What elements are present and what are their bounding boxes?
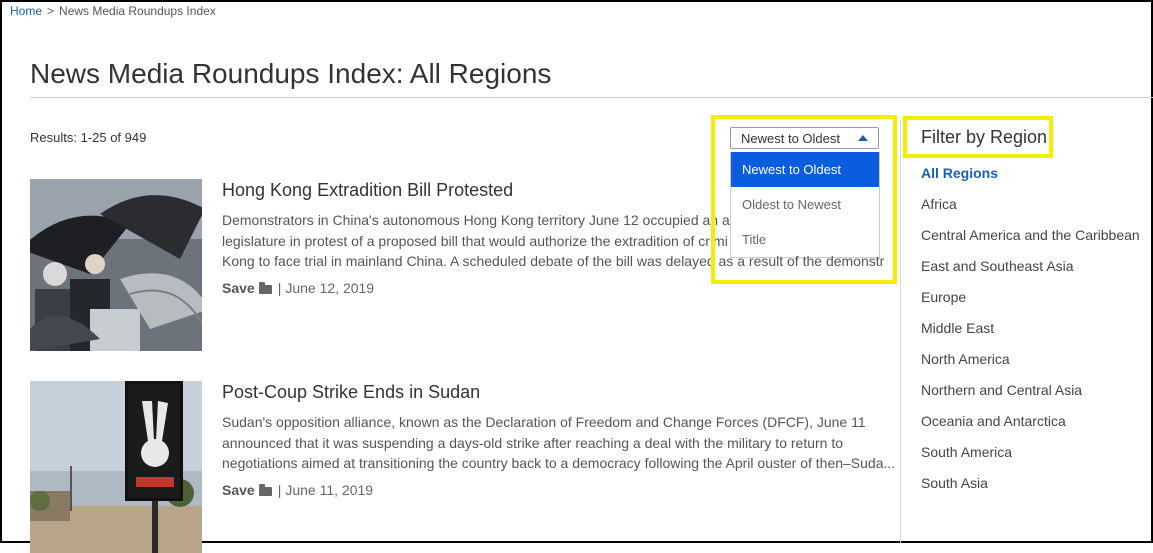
region-africa[interactable]: Africa xyxy=(921,196,1140,227)
results-count: Results: 1-25 of 949 xyxy=(30,130,147,145)
save-button[interactable]: Save xyxy=(222,482,274,498)
article-image[interactable] xyxy=(30,179,202,351)
meta-separator: | xyxy=(277,482,282,498)
page-title: News Media Roundups Index: All Regions xyxy=(30,58,552,89)
breadcrumb-separator: > xyxy=(47,4,55,18)
article-summary: Sudan's opposition alliance, known as th… xyxy=(222,412,898,474)
sort-highlight-box xyxy=(711,115,897,284)
region-europe[interactable]: Europe xyxy=(921,289,1140,320)
region-east-southeast-asia[interactable]: East and Southeast Asia xyxy=(921,258,1140,289)
filter-highlight-box xyxy=(903,116,1053,158)
meta-separator: | xyxy=(277,280,282,296)
article-date: June 12, 2019 xyxy=(285,280,375,296)
article-summary-line: negotiations aimed at transitioning the … xyxy=(222,455,896,471)
region-central-america[interactable]: Central America and the Caribbean xyxy=(921,227,1140,258)
folder-icon xyxy=(258,484,272,496)
region-oceania-antarctica[interactable]: Oceania and Antarctica xyxy=(921,413,1140,444)
region-northern-central-asia[interactable]: Northern and Central Asia xyxy=(921,382,1140,413)
breadcrumb: Home > News Media Roundups Index xyxy=(10,4,216,18)
article-meta: Save | June 12, 2019 xyxy=(222,280,374,296)
sidebar-divider xyxy=(900,120,901,543)
region-middle-east[interactable]: Middle East xyxy=(921,320,1140,351)
article-summary-line: announced that it was suspending a days-… xyxy=(222,434,844,451)
article-image[interactable] xyxy=(30,381,202,553)
save-label: Save xyxy=(222,280,255,296)
article-title-link[interactable]: Post-Coup Strike Ends in Sudan xyxy=(222,382,480,403)
article-title-link[interactable]: Hong Kong Extradition Bill Protested xyxy=(222,180,513,201)
breadcrumb-current: News Media Roundups Index xyxy=(59,4,216,18)
region-south-america[interactable]: South America xyxy=(921,444,1140,475)
article-meta: Save | June 11, 2019 xyxy=(222,482,373,498)
save-label: Save xyxy=(222,482,255,498)
article-date: June 11, 2019 xyxy=(285,482,374,498)
folder-icon xyxy=(258,282,272,294)
breadcrumb-home-link[interactable]: Home xyxy=(10,4,42,18)
region-list: All Regions Africa Central America and t… xyxy=(921,165,1140,506)
region-all[interactable]: All Regions xyxy=(921,165,1140,196)
region-south-asia[interactable]: South Asia xyxy=(921,475,1140,506)
save-button[interactable]: Save xyxy=(222,280,274,296)
article-summary-line: Sudan's opposition alliance, known as th… xyxy=(222,414,866,430)
region-north-america[interactable]: North America xyxy=(921,351,1140,382)
title-divider xyxy=(30,97,1153,98)
